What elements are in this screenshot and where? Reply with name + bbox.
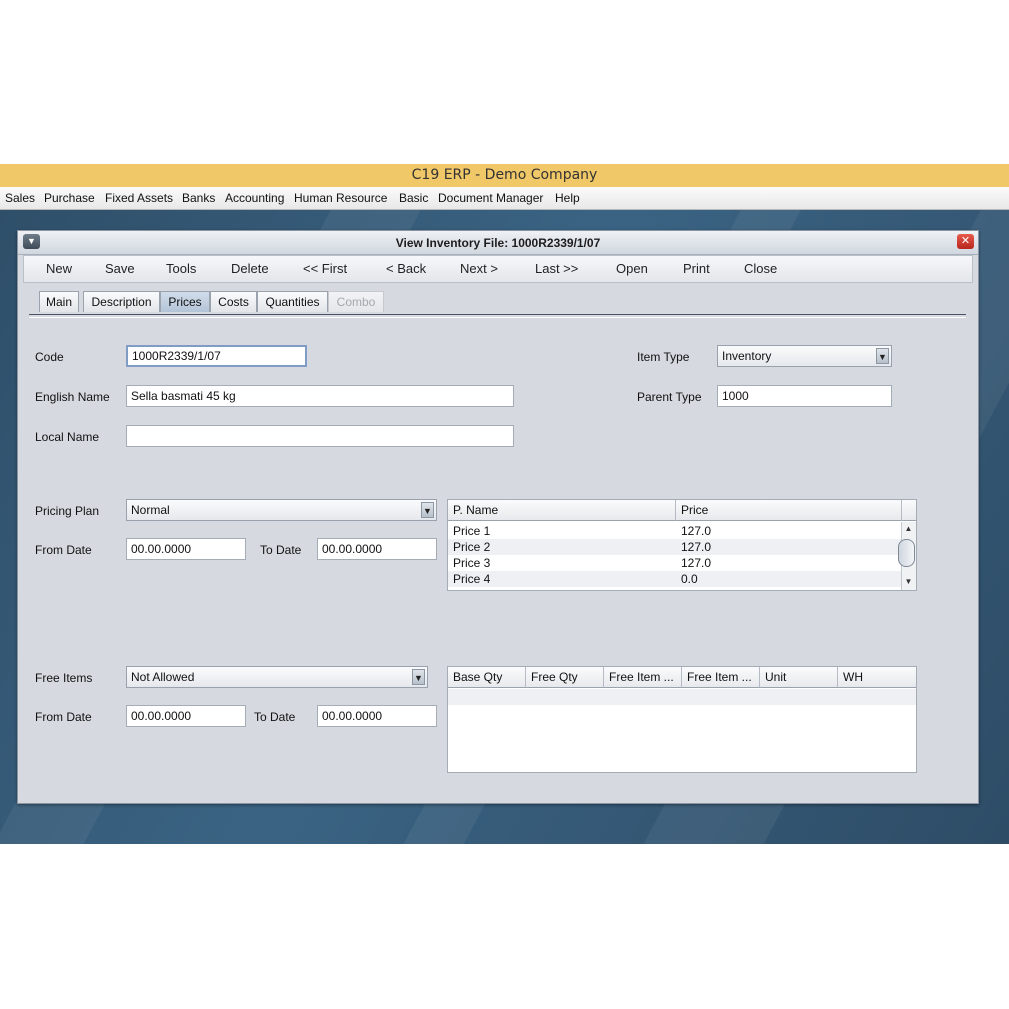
item-type-select[interactable]: Inventory ▼: [717, 345, 892, 367]
table-row[interactable]: Price 2 127.0: [448, 539, 902, 555]
table-cell: 127.0: [681, 556, 712, 570]
close-button[interactable]: Close: [744, 261, 777, 276]
save-button[interactable]: Save: [105, 261, 135, 276]
free-items-value: Not Allowed: [131, 670, 195, 684]
local-name-field[interactable]: [126, 425, 514, 447]
menu-accounting[interactable]: Accounting: [225, 191, 284, 205]
header-corner: [902, 500, 916, 521]
column-header-free-item[interactable]: Free Item ...: [604, 667, 682, 688]
menu-basic[interactable]: Basic: [399, 191, 428, 205]
pricing-from-date-field[interactable]: 00.00.0000: [126, 538, 246, 560]
free-items-label: Free Items: [35, 671, 93, 685]
free-items-select[interactable]: Not Allowed ▼: [126, 666, 428, 688]
menu-help[interactable]: Help: [555, 191, 580, 205]
column-header-free-qty[interactable]: Free Qty: [526, 667, 604, 688]
table-row[interactable]: Price 1 127.0: [448, 523, 902, 539]
code-label: Code: [35, 350, 64, 364]
first-button[interactable]: << First: [303, 261, 347, 276]
scroll-thumb[interactable]: [898, 539, 915, 567]
table-cell: Price 4: [453, 572, 491, 586]
local-name-label: Local Name: [35, 430, 100, 444]
scroll-up-icon[interactable]: ▲: [902, 522, 915, 535]
free-from-date-label: From Date: [35, 710, 92, 724]
menu-sales[interactable]: Sales: [5, 191, 35, 205]
table-cell: Price 2: [453, 540, 491, 554]
menu-banks[interactable]: Banks: [182, 191, 215, 205]
prices-scrollbar[interactable]: ▲ ▼: [898, 522, 916, 590]
english-name-label: English Name: [35, 390, 110, 404]
column-header-base-qty[interactable]: Base Qty: [448, 667, 526, 688]
table-row[interactable]: [448, 689, 916, 705]
tools-button[interactable]: Tools: [166, 261, 196, 276]
pricing-plan-value: Normal: [131, 503, 170, 517]
open-button[interactable]: Open: [616, 261, 648, 276]
code-field[interactable]: 1000R2339/1/07: [126, 345, 307, 367]
dropdown-arrow-icon[interactable]: ▼: [876, 348, 889, 364]
menu-purchase[interactable]: Purchase: [44, 191, 95, 205]
item-type-label: Item Type: [637, 350, 690, 364]
free-from-date-field[interactable]: 00.00.0000: [126, 705, 246, 727]
menu-bar: Sales Purchase Fixed Assets Banks Accoun…: [0, 187, 1009, 210]
table-cell: 0.0: [681, 572, 698, 586]
english-name-field[interactable]: Sella basmati 45 kg: [126, 385, 514, 407]
table-cell: 127.0: [681, 524, 712, 538]
table-row[interactable]: Price 4 0.0: [448, 571, 902, 587]
table-cell: Price 1: [453, 524, 491, 538]
window-title: View Inventory File: 1000R2339/1/07: [395, 236, 601, 250]
menu-human-resource[interactable]: Human Resource: [294, 191, 387, 205]
free-items-table: Base Qty Free Qty Free Item ... Free Ite…: [447, 666, 917, 773]
item-type-value: Inventory: [722, 349, 772, 363]
print-button[interactable]: Print: [683, 261, 710, 276]
column-header-price[interactable]: Price: [676, 500, 902, 521]
pricing-plan-select[interactable]: Normal ▼: [126, 499, 437, 521]
column-header-unit[interactable]: Unit: [760, 667, 838, 688]
parent-type-label: Parent Type: [637, 390, 702, 404]
app-title: C19 ERP - Demo Company: [0, 164, 1009, 187]
tab-divider: [29, 314, 966, 318]
tab-costs[interactable]: Costs: [210, 291, 257, 312]
prices-table: P. Name Price Price 1 127.0 Price 2 127.…: [447, 499, 917, 591]
inventory-window: ▼ View Inventory File: 1000R2339/1/07 ✕ …: [17, 230, 979, 804]
parent-type-field[interactable]: 1000: [717, 385, 892, 407]
menu-document-manager[interactable]: Document Manager: [438, 191, 543, 205]
back-button[interactable]: < Back: [386, 261, 426, 276]
window-titlebar[interactable]: ▼ View Inventory File: 1000R2339/1/07 ✕: [18, 231, 978, 255]
last-button[interactable]: Last >>: [535, 261, 578, 276]
next-button[interactable]: Next >: [460, 261, 498, 276]
dropdown-arrow-icon[interactable]: ▼: [412, 669, 425, 685]
pricing-from-date-label: From Date: [35, 543, 92, 557]
pricing-plan-label: Pricing Plan: [35, 504, 100, 518]
menu-fixed-assets[interactable]: Fixed Assets: [105, 191, 173, 205]
free-to-date-label: To Date: [254, 710, 296, 724]
toolbar: New Save Tools Delete << First < Back Ne…: [23, 255, 973, 283]
tab-quantities[interactable]: Quantities: [257, 291, 328, 312]
table-row[interactable]: Price 3 127.0: [448, 555, 902, 571]
pricing-to-date-field[interactable]: 00.00.0000: [317, 538, 437, 560]
column-header-free-item[interactable]: Free Item ...: [682, 667, 760, 688]
new-button[interactable]: New: [46, 261, 72, 276]
close-icon[interactable]: ✕: [957, 234, 974, 249]
tab-combo: Combo: [328, 291, 384, 312]
scroll-down-icon[interactable]: ▼: [902, 575, 915, 588]
dropdown-arrow-icon[interactable]: ▼: [421, 502, 434, 518]
tab-description[interactable]: Description: [83, 291, 160, 312]
tab-prices[interactable]: Prices: [160, 291, 210, 312]
table-cell: 127.0: [681, 540, 712, 554]
table-cell: Price 3: [453, 556, 491, 570]
pricing-to-date-label: To Date: [260, 543, 302, 557]
delete-button[interactable]: Delete: [231, 261, 269, 276]
column-header-p-name[interactable]: P. Name: [448, 500, 676, 521]
column-header-wh[interactable]: WH: [838, 667, 916, 688]
tab-main[interactable]: Main: [39, 291, 79, 312]
free-to-date-field[interactable]: 00.00.0000: [317, 705, 437, 727]
